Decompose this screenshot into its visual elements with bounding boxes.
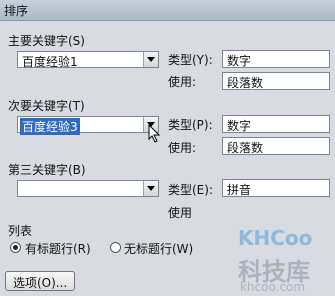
mouse-cursor-icon (148, 124, 161, 143)
has-header-label[interactable]: 有标题行(R) (25, 240, 91, 257)
chevron-down-icon (147, 186, 155, 191)
primary-type-value: 数字 (227, 54, 252, 68)
secondary-key-value: 百度经验3 (20, 118, 80, 135)
dialog-title: 排序 (4, 4, 29, 18)
tertiary-key-label: 第三关键字(B) (8, 163, 86, 177)
no-header-label[interactable]: 无标题行(W) (124, 240, 193, 257)
watermark-logo: KHCoo (238, 226, 313, 250)
options-button[interactable]: 选项(O)... (5, 271, 75, 291)
secondary-using-select[interactable]: 段落数 (222, 137, 330, 155)
tertiary-key-select[interactable] (17, 180, 159, 197)
primary-using-value: 段落数 (227, 76, 264, 90)
primary-type-label: 类型(Y): (168, 53, 213, 67)
secondary-using-label: 使用: (168, 141, 197, 155)
primary-key-value: 百度经验1 (22, 55, 78, 69)
tertiary-key-dropdown-button[interactable] (143, 181, 158, 196)
primary-key-select[interactable]: 百度经验1 (17, 51, 159, 69)
secondary-type-select[interactable]: 数字 (222, 115, 330, 133)
tertiary-type-select[interactable]: 拼音 (222, 179, 330, 197)
secondary-type-label: 类型(P): (168, 118, 213, 132)
primary-key-dropdown-button[interactable] (143, 52, 158, 67)
primary-type-select[interactable]: 数字 (222, 50, 330, 68)
tertiary-type-label: 类型(E): (168, 183, 213, 197)
tertiary-type-value: 拼音 (227, 183, 252, 197)
secondary-type-value: 数字 (227, 119, 252, 133)
primary-using-select[interactable]: 段落数 (222, 72, 330, 90)
secondary-key-select[interactable]: 百度经验3 (17, 116, 159, 135)
tertiary-using-label: 使用 (168, 206, 193, 220)
secondary-using-value: 段落数 (227, 141, 264, 155)
primary-using-label: 使用: (168, 75, 197, 89)
chevron-down-icon (147, 57, 155, 62)
watermark-url: khcoo.com (240, 280, 306, 294)
primary-key-label: 主要关键字(S) (8, 34, 85, 48)
has-header-radio[interactable] (10, 242, 21, 253)
options-button-label: 选项(O)... (13, 276, 68, 290)
secondary-key-label: 次要关键字(T) (8, 99, 85, 113)
no-header-radio[interactable] (110, 242, 121, 253)
list-section-label: 列表 (8, 224, 33, 238)
dialog-titlebar: 排序 (0, 0, 335, 21)
